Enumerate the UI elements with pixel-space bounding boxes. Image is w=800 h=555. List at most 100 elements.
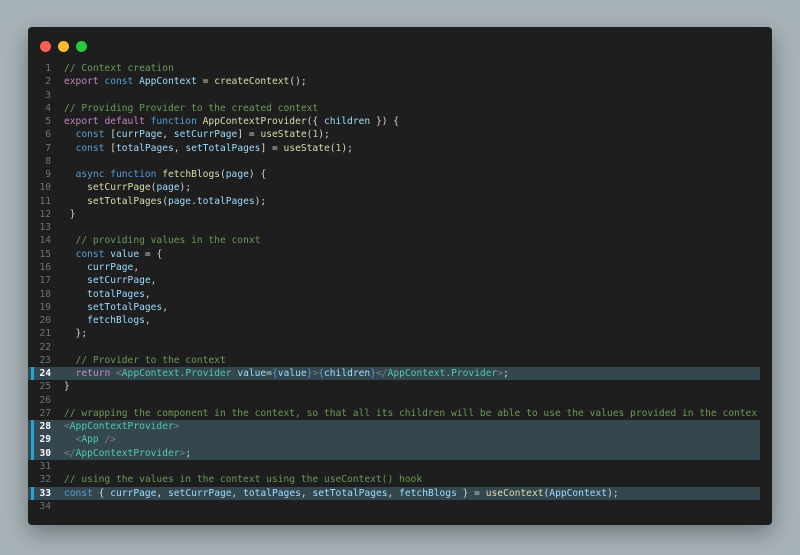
close-window-button[interactable]	[40, 41, 51, 52]
code-line[interactable]: 2 export const AppContext = createContext…	[28, 75, 772, 88]
line-number: 12	[39, 208, 51, 220]
code-line[interactable]: 32 // using the values in the context usi…	[28, 473, 772, 486]
code-text: // using the values in the context using…	[64, 473, 422, 486]
code-token: setCurrPage	[173, 129, 238, 141]
code-line[interactable]: 30 </AppContextProvider>;	[28, 446, 760, 461]
code-line[interactable]: 10 setCurrPage(page);	[28, 181, 772, 194]
code-token: ;	[185, 447, 192, 459]
code-line[interactable]: 13	[28, 221, 772, 234]
maximize-window-button[interactable]	[76, 41, 87, 52]
code-line[interactable]: 12 }	[28, 208, 772, 221]
code-line[interactable]: 5 export default function AppContextProvi…	[28, 115, 772, 128]
code-line[interactable]: 14 // providing values in the conxt	[28, 234, 772, 247]
code-line[interactable]: 20 fetchBlogs,	[28, 314, 772, 327]
code-editor[interactable]: 1 // Context creation 2 export const AppCon…	[28, 62, 772, 513]
code-line[interactable]: 34	[28, 500, 772, 513]
code-token: setTotalPages	[185, 142, 261, 154]
code-line[interactable]: 17 setCurrPage,	[28, 274, 772, 287]
code-token: );	[341, 142, 353, 154]
line-number: 18	[39, 288, 51, 300]
code-line[interactable]: 27 // wrapping the component in the conte…	[28, 407, 772, 420]
code-line[interactable]: 11 setTotalPages(page.totalPages);	[28, 195, 772, 208]
minimize-window-button[interactable]	[58, 41, 69, 52]
code-text: // wrapping the component in the context…	[64, 407, 757, 420]
code-line[interactable]: 3	[28, 89, 772, 102]
code-line[interactable]: 24 return <AppContext.Provider value={va…	[28, 367, 760, 381]
code-line[interactable]: 4 // Providing Provider to the created co…	[28, 102, 772, 115]
line-number: 9	[45, 169, 51, 181]
code-token: // Provider to the context	[75, 354, 226, 366]
code-text: export const AppContext = createContext(…	[64, 75, 307, 88]
code-token: } =	[456, 487, 486, 499]
code-line[interactable]: 6 const [currPage, setCurrPage] = useSta…	[28, 128, 772, 141]
code-text: </AppContextProvider>;	[64, 447, 191, 460]
code-line[interactable]: 15 const value = {	[28, 248, 772, 261]
code-line[interactable]: 22	[28, 341, 772, 354]
code-token: const	[64, 487, 93, 499]
line-number: 22	[39, 341, 51, 353]
line-number: 33	[39, 487, 51, 499]
code-text: // Provider to the context	[64, 354, 226, 367]
code-text: setTotalPages,	[64, 301, 168, 314]
line-number: 15	[39, 248, 51, 260]
code-line[interactable]: 8	[28, 155, 772, 168]
code-line[interactable]: 23 // Provider to the context	[28, 354, 772, 367]
code-line[interactable]: 9 async function fetchBlogs(page) {	[28, 168, 772, 181]
code-token: ,	[150, 275, 157, 287]
code-token: // providing values in the conxt	[75, 235, 261, 247]
code-token: };	[64, 328, 88, 340]
code-line[interactable]: 16 currPage,	[28, 261, 772, 274]
line-number: 13	[39, 222, 51, 234]
code-token: ;	[503, 368, 509, 380]
code-line[interactable]: 1 // Context creation	[28, 62, 772, 75]
code-token: [	[104, 129, 117, 141]
line-number: 27	[39, 407, 51, 419]
line-number: 5	[45, 116, 51, 128]
code-text: // providing values in the conxt	[64, 234, 261, 247]
code-token: setTotalPages	[87, 301, 163, 313]
code-token: page	[167, 195, 192, 207]
code-token: const	[104, 76, 134, 88]
code-token: AppContextProvider	[69, 421, 174, 433]
line-number: 32	[39, 474, 51, 486]
code-token: ,	[300, 487, 313, 499]
code-token: = {	[139, 248, 163, 260]
code-token: totalPages	[116, 142, 174, 154]
code-token: ,	[162, 301, 168, 313]
code-token: );	[179, 182, 192, 194]
code-token: page	[225, 169, 249, 181]
code-line[interactable]: 31	[28, 460, 772, 473]
code-line[interactable]: 29 <App />	[28, 433, 760, 447]
line-number: 7	[45, 142, 51, 154]
code-token: ,	[162, 129, 174, 141]
line-number: 25	[39, 381, 51, 393]
code-text: setCurrPage(page);	[64, 181, 191, 194]
code-line[interactable]: 21 };	[28, 327, 772, 340]
code-token: useState	[260, 129, 307, 141]
code-token: currPage	[116, 129, 163, 141]
code-token: setCurrPage	[87, 182, 151, 194]
line-number: 23	[39, 354, 51, 366]
code-line[interactable]: 26	[28, 394, 772, 407]
code-text: totalPages,	[64, 288, 151, 301]
code-token: AppContext.Provider	[121, 368, 232, 380]
code-line[interactable]: 25}	[28, 380, 772, 393]
code-line[interactable]: 33 const { currPage, setCurrPage, totalPa…	[28, 486, 760, 501]
code-line[interactable]: 18 totalPages,	[28, 288, 772, 301]
code-line[interactable]: 28 <AppContextProvider>	[28, 420, 760, 434]
code-token: useState	[283, 142, 330, 154]
code-text: setTotalPages(page.totalPages);	[64, 195, 266, 208]
code-token: useContext	[485, 487, 544, 499]
code-token: currPage	[87, 261, 134, 273]
code-line[interactable]: 7 const [totalPages, setTotalPages] = us…	[28, 142, 772, 155]
code-token: );	[318, 129, 330, 141]
code-line[interactable]: 19 setTotalPages,	[28, 301, 772, 314]
code-token: createContext	[214, 76, 290, 88]
code-text: async function fetchBlogs(page) {	[64, 168, 267, 181]
code-token: value	[110, 248, 140, 260]
code-token: default	[104, 116, 145, 128]
